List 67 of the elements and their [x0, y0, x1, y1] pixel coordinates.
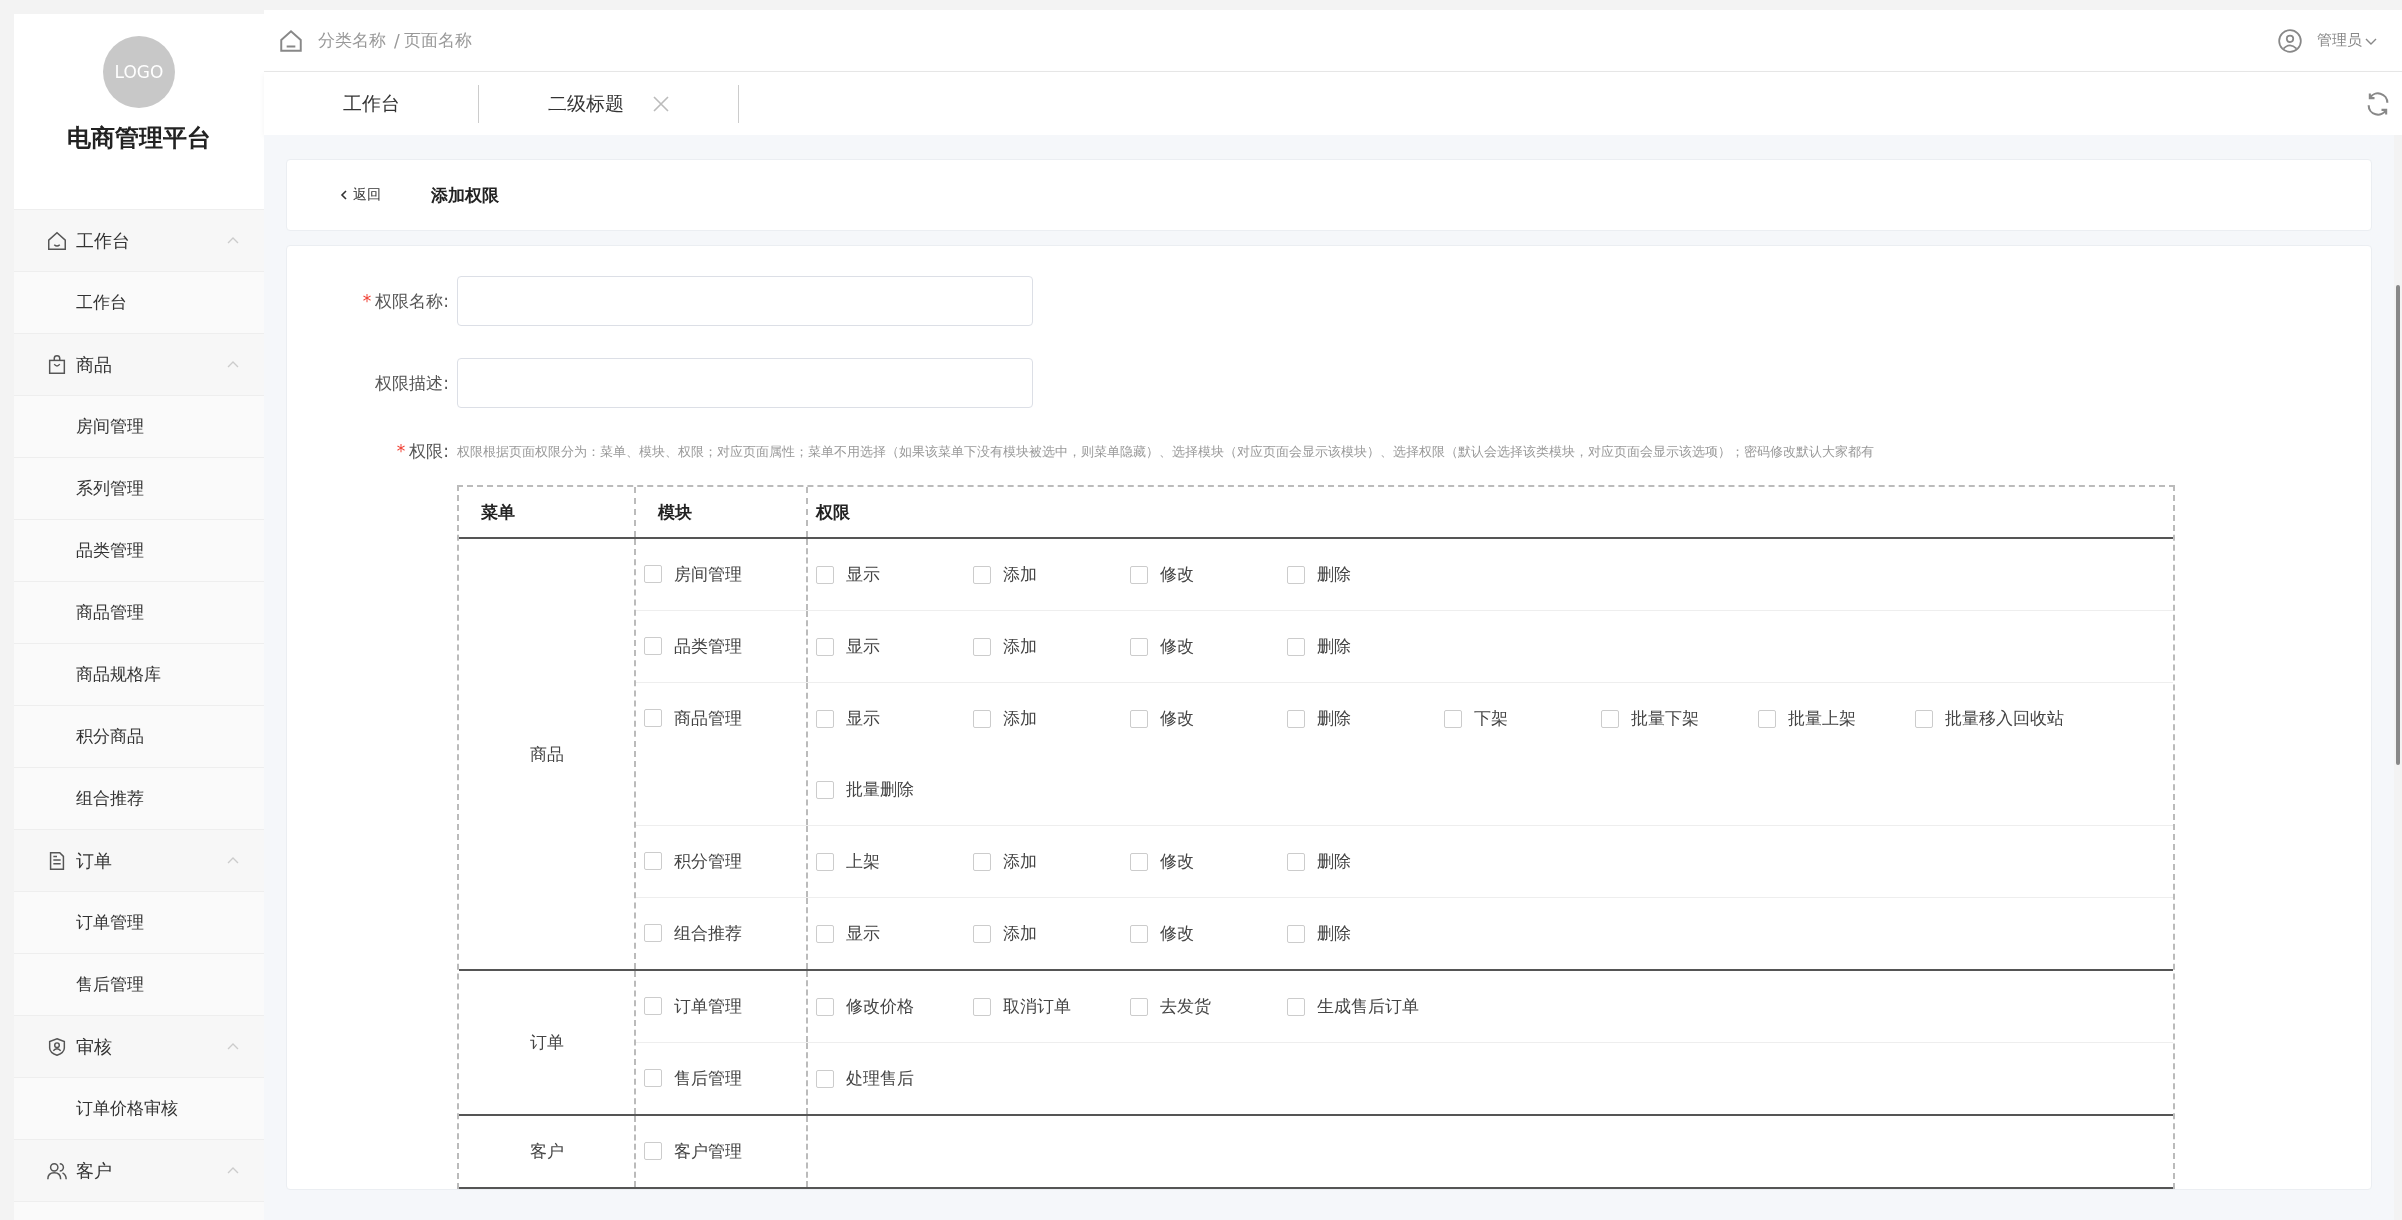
permission-checkbox[interactable]: 修改价格: [816, 971, 973, 1042]
permission-checkbox[interactable]: 修改: [1130, 539, 1287, 610]
permission-checkbox[interactable]: 批量移入回收站: [1915, 683, 2072, 754]
permission-checkbox[interactable]: 显示: [816, 683, 973, 754]
permission-checkbox[interactable]: 修改: [1130, 826, 1287, 897]
permission-checkbox[interactable]: 处理售后: [816, 1043, 973, 1114]
close-icon[interactable]: [651, 94, 670, 113]
permission-checkbox[interactable]: 下架: [1444, 683, 1601, 754]
permission-checkbox[interactable]: 批量删除: [816, 754, 973, 825]
home-icon: [46, 229, 68, 252]
field-label: * 权限:: [395, 440, 450, 463]
text-input[interactable]: [457, 276, 1033, 326]
permission-checkbox[interactable]: 批量上架: [1758, 683, 1915, 754]
permission-checkbox[interactable]: 添加: [973, 898, 1130, 969]
permission-checkbox[interactable]: 添加: [973, 826, 1130, 897]
permission-checkbox[interactable]: 删除: [1287, 898, 1444, 969]
permission-checkbox[interactable]: 修改: [1130, 683, 1287, 754]
tab[interactable]: 工作台: [264, 84, 479, 123]
breadcrumb-page: 页面名称: [403, 29, 472, 52]
user-avatar-icon[interactable]: [2277, 27, 2303, 54]
permission-checkbox[interactable]: 添加: [973, 683, 1130, 754]
permission-checkbox[interactable]: 添加: [973, 539, 1130, 610]
permission-checkbox[interactable]: 修改: [1130, 611, 1287, 682]
module-checkbox[interactable]: 积分管理: [644, 842, 806, 880]
page-title: 添加权限: [431, 183, 499, 207]
permission-checkbox[interactable]: 删除: [1287, 826, 1444, 897]
scrollbar-thumb[interactable]: [2396, 285, 2400, 765]
menu-cell: 客户: [459, 1116, 636, 1187]
permission-checkbox[interactable]: 取消订单: [973, 971, 1130, 1042]
breadcrumb-separator: /: [394, 30, 400, 51]
shield-user-icon: [46, 1035, 68, 1058]
shopping-bag-icon: [46, 353, 68, 376]
column-header: 模块: [636, 487, 808, 537]
chevron-left-icon: [339, 190, 349, 200]
module-checkbox[interactable]: 订单管理: [644, 987, 806, 1025]
module-checkbox[interactable]: 客户管理: [644, 1132, 806, 1170]
field-label: * 权限名称:: [361, 289, 450, 313]
hint-text: 权限根据页面权限分为：菜单、模块、权限；对应页面属性；菜单不用选择（如果该菜单下没有模块被选中，则菜单隐藏）、选择模块（对应页面会显示该模块）、选择权限（默认会选择该类模块，对应页面会显示该选项）；密码修改默认大家都有: [457, 442, 1874, 461]
module-checkbox[interactable]: 商品管理: [644, 699, 806, 737]
permission-checkbox[interactable]: 修改: [1130, 898, 1287, 969]
permission-checkbox[interactable]: 上架: [816, 826, 973, 897]
tab[interactable]: 二级标题: [479, 84, 739, 123]
module-checkbox[interactable]: 房间管理: [644, 555, 806, 593]
column-header: 权限: [814, 500, 851, 524]
module-checkbox[interactable]: 售后管理: [644, 1059, 806, 1097]
permission-checkbox[interactable]: 显示: [816, 898, 973, 969]
permission-checkbox[interactable]: 生成售后订单: [1287, 971, 1444, 1042]
back-label[interactable]: 返回: [353, 186, 381, 204]
permission-checkbox[interactable]: 显示: [816, 539, 973, 610]
permission-checkbox[interactable]: 删除: [1287, 539, 1444, 610]
menu-cell: 订单: [459, 971, 636, 1114]
permission-checkbox[interactable]: 去发货: [1130, 971, 1287, 1042]
home-icon[interactable]: [278, 27, 304, 54]
platform-title: 电商管理平台: [67, 123, 211, 154]
module-checkbox[interactable]: 品类管理: [644, 627, 806, 665]
module-checkbox[interactable]: 组合推荐: [644, 914, 806, 952]
permission-checkbox[interactable]: 删除: [1287, 683, 1444, 754]
field-label: 权限描述:: [374, 371, 450, 395]
text-input[interactable]: [457, 358, 1033, 408]
permission-checkbox[interactable]: 批量下架: [1601, 683, 1758, 754]
column-header: 菜单: [459, 487, 636, 537]
user-name[interactable]: 管理员: [2317, 31, 2362, 50]
back-link[interactable]: 返回: [339, 186, 381, 204]
permission-checkbox[interactable]: 删除: [1287, 611, 1444, 682]
permission-checkbox[interactable]: 添加: [973, 611, 1130, 682]
permission-checkbox[interactable]: 显示: [816, 611, 973, 682]
menu-cell: 商品: [459, 539, 636, 969]
